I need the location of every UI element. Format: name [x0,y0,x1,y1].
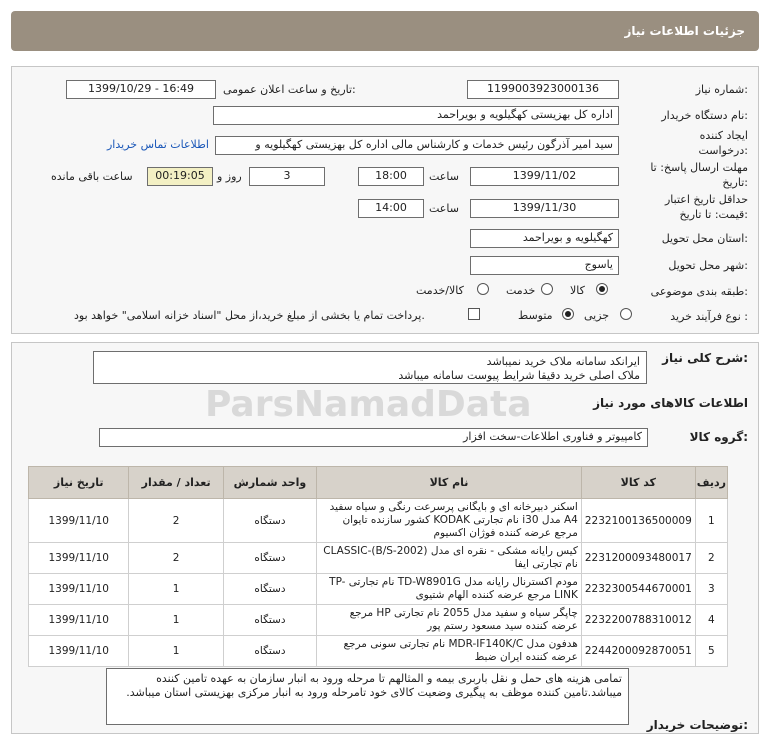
buyer-notes-box: تمامی هزینه های حمل و نقل باربری بیمه و … [106,668,629,725]
buyer-notes-label: توضیحات خریدار: [646,718,748,732]
description-line-2: ملاک اصلی خرید دقیقا شرایط پیوست سامانه … [398,369,640,382]
description-line-1: ایرانکد سامانه ملاک خرید نمیباشد [486,355,640,368]
process-label: نوع فرآیند خرید : [670,310,748,323]
delivery-city-label: شهر محل تحویل: [668,259,748,272]
validity-time-field: 14:00 [358,199,424,218]
remaining-time-field: 00:19:05 [147,167,213,186]
creator-label: ایجاد کننده درخواست: [698,129,749,157]
description-box: ایرانکد سامانه ملاک خرید نمیباشد ملاک اص… [93,351,647,384]
cell-date: 1399/11/10 [27,635,130,667]
col-row: ردیف [694,466,729,499]
remaining-label: ساعت باقی مانده [51,170,133,183]
goods-section-title: اطلاعات کالاهای مورد نیاز [593,396,748,410]
validity-date-field: 1399/11/30 [470,199,619,218]
goods-group-label: گروه کالا: [689,430,748,444]
buyer-org-label: نام دستگاه خریدار: [661,109,748,122]
process-radio-medium[interactable] [562,308,574,320]
cell-date: 1399/11/10 [27,542,130,574]
delivery-province-label: استان محل تحویل: [661,232,748,245]
table-row: 1399/11/10 1 دستگاه هدفون مدل MDR-IF140K… [27,635,729,667]
cell-code: 2232100136500009 [580,498,696,543]
category-option-both: کالا/خدمت [416,284,464,297]
table-row: 1399/11/10 2 دستگاه کیس رایانه مشکی - نق… [27,542,729,574]
reply-deadline-label: مهلت ارسال پاسخ: تا تاریخ: [650,161,748,189]
cell-unit: دستگاه [222,498,318,543]
col-date: تاریخ نیاز [27,466,130,499]
table-row: 1399/11/10 1 دستگاه مودم اکسترنال رایانه… [27,573,729,605]
buyer-org-field: اداره کل بهزیستی کهگیلویه و بویراحمد [213,106,619,125]
cell-unit: دستگاه [222,542,318,574]
validity-time-label: ساعت [429,202,459,215]
col-unit: واحد شمارش [222,466,318,499]
goods-group-field: کامپیوتر و فناوری اطلاعات-سخت افزار [99,428,648,447]
process-option-minor: جزیی [584,309,610,322]
cell-name: هدفون مدل MDR-IF140K/C نام تجارتی سونی م… [316,635,582,667]
buyer-contact-link[interactable]: اطلاعات تماس خریدار [107,138,209,151]
cell-row: 5 [694,635,729,667]
cell-date: 1399/11/10 [27,498,130,543]
cell-unit: دستگاه [222,635,318,667]
reply-date-field: 1399/11/02 [470,167,619,186]
process-radio-minor[interactable] [620,308,632,320]
page-title: جزئیات اطلاعات نیاز [624,24,745,38]
table-header-row: تاریخ نیاز تعداد / مقدار واحد شمارش نام … [27,466,729,499]
cell-qty: 1 [128,573,224,605]
category-label: طبقه بندی موضوعی: [650,285,748,298]
col-name: نام کالا [316,466,582,499]
cell-code: 2244200092870051 [580,635,696,667]
announce-label: تاریخ و ساعت اعلان عمومی: [223,83,356,96]
need-number-label: شماره نیاز: [695,83,748,96]
cell-qty: 1 [128,604,224,636]
days-label: روز و [217,170,242,183]
need-number-field: 1199003923000136 [467,80,619,99]
col-code: کد کالا [580,466,696,499]
reply-time-field: 18:00 [358,167,424,186]
creator-field: سید امیر آذرگون رئیس خدمات و کارشناس مال… [215,136,619,155]
cell-name: کیس رایانه مشکی - نقره ای مدل CLASSIC-(B… [316,542,582,574]
delivery-province-field: کهگیلویه و بویراحمد [470,229,619,248]
cell-date: 1399/11/10 [27,573,130,605]
cell-row: 4 [694,604,729,636]
category-radio-both[interactable] [477,283,489,295]
cell-code: 2231200093480017 [580,542,696,574]
table-row: 1399/11/10 2 دستگاه اسکنر دبیرخانه ای و … [27,498,729,543]
cell-qty: 2 [128,498,224,543]
cell-date: 1399/11/10 [27,604,130,636]
cell-qty: 2 [128,542,224,574]
category-radio-goods[interactable] [596,283,608,295]
cell-row: 1 [694,498,729,543]
cell-row: 2 [694,542,729,574]
description-label: شرح کلی نیاز: [662,351,748,365]
category-radio-service[interactable] [541,283,553,295]
cell-qty: 1 [128,635,224,667]
delivery-city-field: یاسوج [470,256,619,275]
cell-unit: دستگاه [222,573,318,605]
treasury-payment-checkbox[interactable] [468,308,480,320]
page-header: جزئیات اطلاعات نیاز [11,11,759,51]
cell-code: 2232200788310012 [580,604,696,636]
days-field: 3 [249,167,325,186]
cell-unit: دستگاه [222,604,318,636]
table-row: 1399/11/10 1 دستگاه چاپگر سیاه و سفید مد… [27,604,729,636]
announce-field: 1399/10/29 - 16:49 [66,80,216,99]
cell-name: چاپگر سیاه و سفید مدل 2055 نام تجارتی HP… [316,604,582,636]
treasury-payment-note: پرداخت تمام یا بخشی از مبلغ خرید،از محل … [74,309,425,322]
reply-time-label: ساعت [429,170,459,183]
goods-table: تاریخ نیاز تعداد / مقدار واحد شمارش نام … [27,466,729,667]
cell-row: 3 [694,573,729,605]
process-option-medium: متوسط [518,309,553,322]
cell-name: مودم اکسترنال رایانه مدل TD-W8901G نام ت… [316,573,582,605]
category-option-goods: کالا [570,284,585,297]
category-option-service: خدمت [506,284,536,297]
col-qty: تعداد / مقدار [128,466,224,499]
cell-code: 2232300544670001 [580,573,696,605]
cell-name: اسکنر دبیرخانه ای و بایگانی پرسرعت رنگی … [316,498,582,543]
price-validity-label: حداقل تاریخ اعتبار قیمت: تا تاریخ: [664,193,748,221]
